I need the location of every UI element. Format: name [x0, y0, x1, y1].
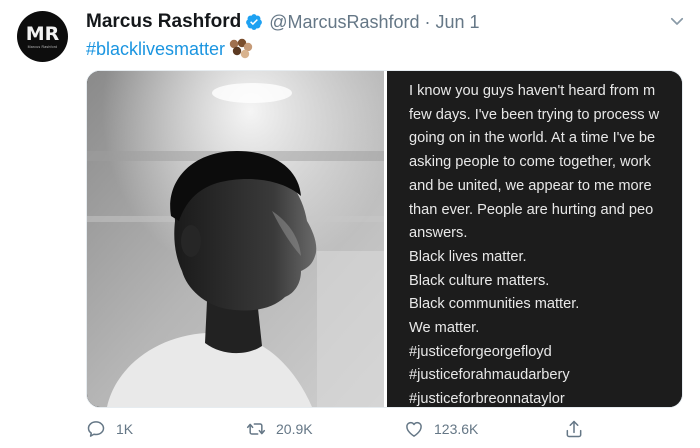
statement-line: few days. I've been trying to process w: [409, 106, 660, 123]
retweet-button[interactable]: 20.9K: [246, 414, 313, 444]
reply-button[interactable]: 1K: [86, 414, 133, 444]
verified-badge-icon: [246, 14, 263, 30]
avatar[interactable]: MR Marcus Rashford: [17, 11, 68, 62]
tweet-date[interactable]: Jun 1: [436, 12, 480, 33]
tweet-text: #blacklivesmatter: [86, 37, 254, 61]
reply-count: 1K: [116, 421, 134, 437]
statement-line: than ever. People are hurting and peo: [409, 201, 654, 218]
statement-line: Black communities matter.: [409, 296, 580, 313]
author-name[interactable]: Marcus Rashford: [86, 11, 241, 33]
avatar-subtext: Marcus Rashford: [27, 44, 58, 49]
media-container[interactable]: I know you guys haven't heard from m few…: [86, 70, 683, 408]
statement-line: and be united, we appear to me more: [409, 177, 652, 194]
statement-line: asking people to come together, work: [409, 154, 651, 171]
like-button[interactable]: 123.6K: [404, 414, 478, 444]
portrait-illustration: [87, 71, 384, 407]
tweet-actions: 1K 20.9K 123.6K: [86, 414, 606, 444]
avatar-monogram: MR: [25, 22, 60, 45]
like-count: 123.6K: [434, 421, 479, 437]
share-button[interactable]: [564, 414, 584, 444]
reply-icon: [87, 421, 105, 437]
author-handle[interactable]: @MarcusRashford: [269, 12, 419, 33]
statement-line: #justiceforgeorgefloyd: [409, 343, 552, 360]
statement-line: Black lives matter.: [409, 248, 527, 265]
statement-line: #justiceforahmaudarbery: [409, 367, 570, 384]
raised-fists-icon: [229, 38, 253, 59]
portrait-photo[interactable]: [87, 71, 384, 407]
statement-line: I know you guys haven't heard from m: [409, 83, 656, 99]
tweet-header: Marcus Rashford @MarcusRashford · Jun 1: [86, 9, 480, 35]
heart-icon: [406, 421, 422, 437]
statement-line: #justiceforbreonnataylor: [409, 391, 565, 407]
statement-line: going on in the world. At a time I've be: [409, 130, 656, 147]
hashtag-link[interactable]: #blacklivesmatter: [86, 39, 225, 60]
separator-dot: ·: [424, 11, 431, 32]
statement-image[interactable]: I know you guys haven't heard from m few…: [387, 71, 682, 407]
statement-line: Black culture matters.: [409, 272, 550, 289]
share-icon: [566, 420, 582, 438]
retweet-icon: [246, 423, 266, 435]
statement-line: answers.: [409, 225, 468, 242]
chevron-down-icon[interactable]: [668, 12, 686, 30]
retweet-count: 20.9K: [276, 421, 313, 437]
statement-line: We matter.: [409, 320, 480, 337]
tweet-card: MR Marcus Rashford Marcus Rashford @Marc…: [0, 0, 700, 448]
